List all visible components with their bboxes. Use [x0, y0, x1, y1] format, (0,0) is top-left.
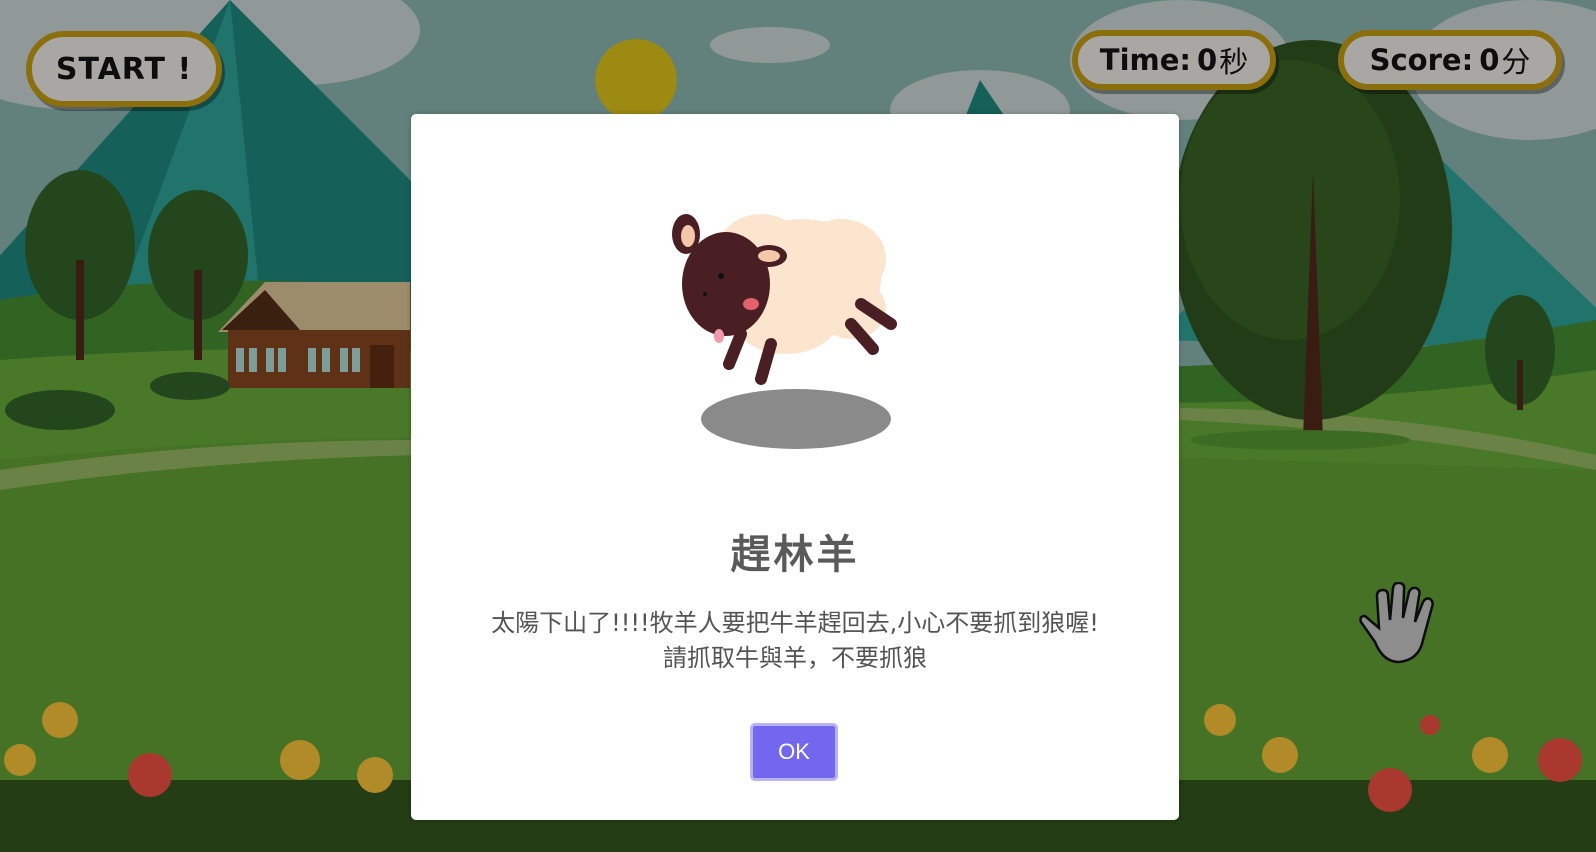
dialog-message-line-1: 太陽下山了!!!!牧羊人要把牛羊趕回去,小心不要抓到狼喔! [491, 609, 1099, 637]
ok-button[interactable]: OK [750, 723, 838, 781]
dialog-message-line-2: 請抓取牛與羊，不要抓狼 [663, 644, 927, 672]
sheep-image [641, 164, 941, 454]
dialog-title: 趕林羊 [730, 532, 860, 578]
intro-dialog: 趕林羊 太陽下山了!!!!牧羊人要把牛羊趕回去,小心不要抓到狼喔! 請抓取牛與羊… [411, 114, 1179, 820]
dialog-message: 太陽下山了!!!!牧羊人要把牛羊趕回去,小心不要抓到狼喔! 請抓取牛與羊，不要抓… [441, 606, 1149, 676]
